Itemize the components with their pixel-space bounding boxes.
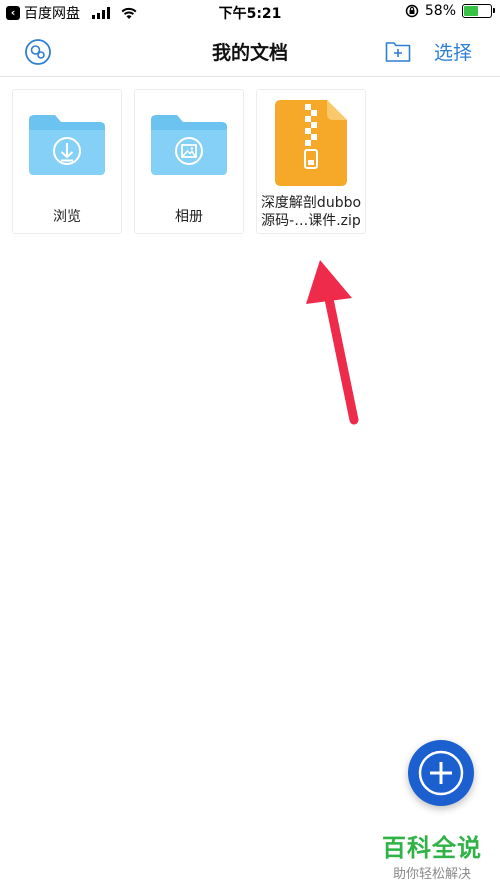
annotation-arrow-icon <box>306 260 359 425</box>
page-title: 我的文档 <box>211 42 288 64</box>
battery-percent: 58% <box>424 3 456 19</box>
file-tile-album[interactable]: 相册 <box>134 89 244 234</box>
zip-file-icon <box>275 100 347 186</box>
watermark-subtitle: 助你轻松解决 <box>392 867 471 882</box>
plus-icon <box>418 750 464 796</box>
nav-bar: 我的文档 选择 <box>0 26 500 77</box>
watermark-title: 百科全说 <box>382 834 482 862</box>
battery-icon <box>462 4 495 18</box>
battery-fill <box>464 6 478 16</box>
status-bar: ‹ 百度网盘 下午5:21 58% <box>0 0 500 26</box>
download-folder-icon <box>29 115 105 175</box>
status-right: 58% <box>405 3 495 19</box>
file-name-line-2: 源码-…课件.zip <box>261 213 361 229</box>
file-tile-zip[interactable]: 深度解剖dubbo 源码-…课件.zip <box>256 89 366 234</box>
file-name: 浏览 <box>53 209 81 225</box>
select-button[interactable]: 选择 <box>434 38 472 65</box>
watermark: 百科全说 助你轻松解决 <box>372 828 492 882</box>
file-name: 相册 <box>175 209 203 225</box>
file-tile-browse[interactable]: 浏览 <box>12 89 122 234</box>
add-button[interactable] <box>408 740 474 806</box>
rotation-lock-icon <box>405 4 419 18</box>
image-folder-icon <box>151 115 227 175</box>
file-name-line-1: 深度解剖dubbo <box>260 195 362 211</box>
new-folder-icon[interactable] <box>385 39 411 63</box>
